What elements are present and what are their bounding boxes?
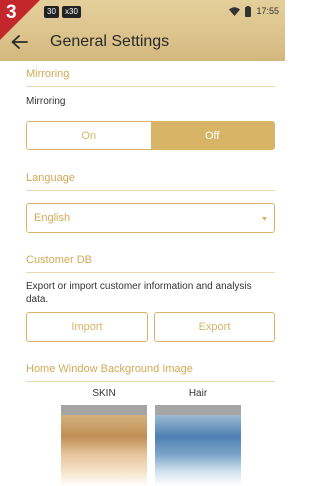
mirroring-off-button[interactable]: Off	[150, 122, 274, 149]
section-title: Language	[26, 172, 75, 184]
mirroring-toggle: On Off	[26, 121, 275, 150]
section-title: Home Window Background Image	[26, 363, 193, 375]
app-header: 30 x30 17:55 3 General Settings	[0, 0, 285, 61]
status-chip: 30	[44, 6, 59, 18]
background-thumbnail-hair[interactable]	[155, 405, 241, 486]
wifi-icon	[229, 6, 241, 16]
section-title: Mirroring	[26, 68, 70, 80]
mirroring-label: Mirroring	[26, 96, 66, 107]
thumbnail-top-bar	[155, 405, 241, 415]
section-mirroring: Mirroring	[26, 61, 275, 87]
background-thumbnail-skin[interactable]	[61, 405, 147, 486]
language-select[interactable]: English	[26, 203, 275, 233]
export-button[interactable]: Export	[154, 312, 275, 342]
section-customer-db: Customer DB	[26, 247, 275, 273]
background-label-hair: Hair	[188, 388, 208, 399]
section-background-image: Home Window Background Image	[26, 356, 275, 382]
import-button[interactable]: Import	[26, 312, 148, 342]
title-bar: General Settings	[0, 24, 285, 60]
status-chip: x30	[62, 6, 81, 18]
section-language: Language	[26, 165, 275, 191]
section-title: Customer DB	[26, 254, 93, 266]
thumbnail-top-bar	[61, 405, 147, 415]
battery-icon	[245, 5, 252, 17]
mirroring-on-button[interactable]: On	[27, 122, 151, 149]
thumbnail-image	[61, 415, 147, 486]
customer-db-description: Export or import customer information an…	[26, 281, 252, 305]
back-arrow-icon[interactable]	[10, 34, 28, 50]
background-label-skin: SKIN	[92, 388, 116, 399]
status-time: 17:55	[256, 6, 279, 16]
step-number: 3	[6, 2, 17, 23]
page-title: General Settings	[50, 33, 170, 50]
language-value: English	[34, 212, 71, 224]
thumbnail-image	[155, 415, 241, 486]
settings-content: Mirroring Mirroring On Off Language Engl…	[0, 61, 285, 486]
dropdown-triangle-icon	[262, 217, 267, 221]
status-icons: 17:55	[229, 4, 279, 18]
